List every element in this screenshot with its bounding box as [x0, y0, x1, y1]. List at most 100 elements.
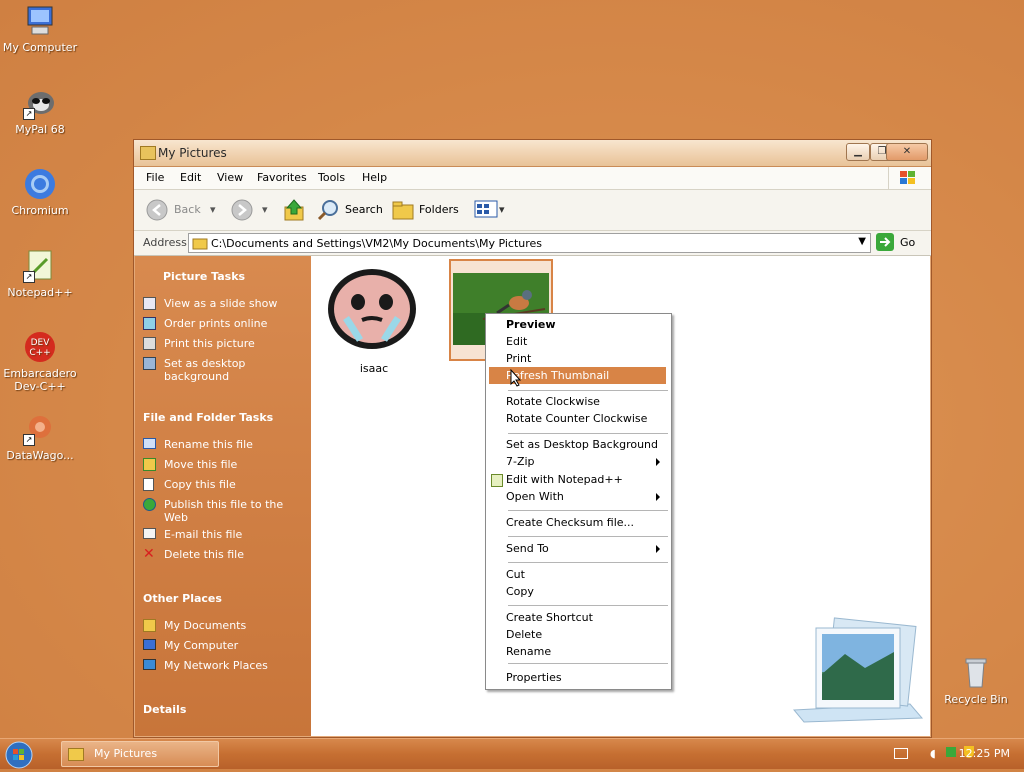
order-prints-icon [143, 317, 156, 330]
task-order-prints[interactable]: Order prints online [143, 317, 303, 330]
task-delete-file[interactable]: ✕ Delete this file [143, 546, 303, 562]
task-email-file[interactable]: E-mail this file [143, 528, 303, 541]
task-print-picture[interactable]: Print this picture [143, 337, 303, 350]
up-folder-icon [284, 199, 304, 221]
menu-item-open-with[interactable]: Open With [489, 488, 666, 505]
keyboard-icon[interactable] [894, 748, 908, 759]
menu-separator [508, 562, 668, 563]
task-copy-file[interactable]: Copy this file [143, 478, 303, 491]
minimize-button[interactable]: ▁ [846, 143, 870, 161]
file-name-isaac[interactable]: isaac [324, 362, 424, 375]
windows-logo-icon [888, 167, 925, 189]
address-value: C:\Documents and Settings\VM2\My Documen… [211, 237, 543, 250]
desktop-icon-label: Recycle Bin [944, 693, 1008, 706]
task-pane: Picture Tasks View as a slide show Order… [135, 256, 311, 736]
menu-item-rotate-counter-clockwise[interactable]: Rotate Counter Clockwise [489, 410, 666, 427]
forward-arrow-icon [231, 199, 253, 221]
globe-icon [143, 498, 156, 511]
menu-item-print[interactable]: Print [489, 350, 666, 367]
menu-item-rotate-clockwise[interactable]: Rotate Clockwise [489, 393, 666, 410]
place-my-network[interactable]: My Network Places [143, 659, 303, 672]
task-rename-file[interactable]: Rename this file [143, 438, 303, 451]
speaker-icon[interactable]: ◖ [930, 747, 936, 760]
chevron-down-icon[interactable]: ▾ [262, 198, 268, 222]
submenu-arrow-icon [656, 545, 660, 553]
desktop-icon-label: DataWago... [6, 449, 74, 462]
forward-button[interactable]: ▾ [231, 198, 276, 222]
isaac-face-icon [328, 269, 416, 349]
task-publish-web[interactable]: Publish this file to the Web [143, 498, 303, 524]
folders-button[interactable]: Folders [391, 198, 461, 222]
submenu-arrow-icon [656, 458, 660, 466]
details-title[interactable]: Details [143, 703, 186, 716]
chevron-down-icon[interactable]: ▾ [210, 198, 216, 222]
menu-item-7zip[interactable]: 7-Zip [489, 453, 666, 470]
menu-item-delete[interactable]: Delete [489, 626, 666, 643]
desktop-icon-mypal[interactable]: ↗ MyPal 68 [0, 86, 80, 136]
other-places-title[interactable]: Other Places [143, 592, 222, 605]
menu-item-set-desktop-background[interactable]: Set as Desktop Background [489, 436, 666, 453]
views-button[interactable]: ▾ [474, 198, 508, 222]
menu-help[interactable]: Help [362, 171, 387, 184]
menu-separator [508, 433, 668, 434]
menu-item-create-shortcut[interactable]: Create Shortcut [489, 609, 666, 626]
desktop-icon-devcpp[interactable]: DEV C++ Embarcadero Dev-C++ [0, 330, 80, 393]
address-input[interactable]: C:\Documents and Settings\VM2\My Documen… [188, 233, 871, 253]
folder-icon [140, 146, 156, 160]
printer-icon [143, 337, 156, 350]
email-icon [143, 528, 156, 539]
menu-tools[interactable]: Tools [318, 171, 345, 184]
desktop-icon-notepad-plus[interactable]: ↗ Notepad++ [0, 249, 80, 299]
menu-item-cut[interactable]: Cut [489, 566, 666, 583]
file-thumbnail-isaac[interactable] [324, 264, 420, 358]
go-button[interactable]: Go [876, 233, 920, 253]
clock[interactable]: 12:25 PM [959, 747, 1010, 760]
menu-separator [508, 605, 668, 606]
my-documents-icon [143, 619, 156, 632]
window-title: My Pictures [158, 146, 227, 160]
desktop-icon-recycle-bin[interactable]: Recycle Bin [936, 656, 1016, 706]
picture-tasks-title[interactable]: Picture Tasks [163, 270, 245, 283]
close-button[interactable]: ✕ [886, 143, 928, 161]
menu-edit[interactable]: Edit [180, 171, 201, 184]
desktop-icon-datawagon[interactable]: ↗ DataWago... [0, 412, 80, 462]
menu-item-edit[interactable]: Edit [489, 333, 666, 350]
slideshow-icon [143, 297, 156, 310]
start-button[interactable] [4, 741, 42, 769]
desktop-icon-chromium[interactable]: Chromium [0, 167, 80, 217]
chevron-down-icon[interactable]: ▾ [499, 198, 505, 222]
search-button[interactable]: Search [317, 198, 383, 222]
svg-text:C++: C++ [29, 348, 50, 358]
file-folder-tasks-title[interactable]: File and Folder Tasks [143, 411, 273, 424]
menu-favorites[interactable]: Favorites [257, 171, 307, 184]
taskbar-button-label: My Pictures [94, 747, 158, 760]
place-my-documents[interactable]: My Documents [143, 619, 303, 632]
delete-x-icon: ✕ [143, 546, 155, 562]
taskbar-button-my-pictures[interactable]: My Pictures [61, 741, 219, 767]
menu-item-send-to[interactable]: Send To [489, 540, 666, 557]
menu-item-properties[interactable]: Properties [489, 669, 666, 686]
task-set-desktop-background[interactable]: Set as desktop background [143, 357, 303, 383]
mypal-raccoon-icon: ↗ [23, 86, 57, 120]
place-my-computer[interactable]: My Computer [143, 639, 303, 652]
menu-item-create-checksum[interactable]: Create Checksum file... [489, 514, 666, 531]
task-move-file[interactable]: Move this file [143, 458, 303, 471]
menu-view[interactable]: View [217, 171, 243, 184]
desktop-icon-my-computer[interactable]: My Computer [0, 4, 80, 54]
task-view-slideshow[interactable]: View as a slide show [143, 297, 303, 310]
menu-item-edit-notepad-plus[interactable]: Edit with Notepad++ [489, 471, 666, 488]
desktop-icon-label: MyPal 68 [15, 123, 65, 136]
copy-icon [143, 478, 154, 491]
title-bar[interactable]: My Pictures ▁ ❐ ✕ [134, 140, 931, 167]
menu-item-rename[interactable]: Rename [489, 643, 666, 660]
menu-file[interactable]: File [146, 171, 164, 184]
menu-item-copy[interactable]: Copy [489, 583, 666, 600]
menu-separator [508, 663, 668, 664]
chevron-down-icon[interactable]: ▼ [858, 236, 866, 247]
network-icon[interactable] [946, 747, 956, 757]
back-button[interactable]: Back ▾ [146, 198, 226, 222]
desktop-icon-label: Embarcadero Dev-C++ [3, 367, 77, 393]
menu-item-preview[interactable]: Preview [489, 316, 666, 333]
up-folder-button[interactable] [282, 198, 308, 222]
address-bar: Address C:\Documents and Settings\VM2\My… [134, 231, 931, 256]
